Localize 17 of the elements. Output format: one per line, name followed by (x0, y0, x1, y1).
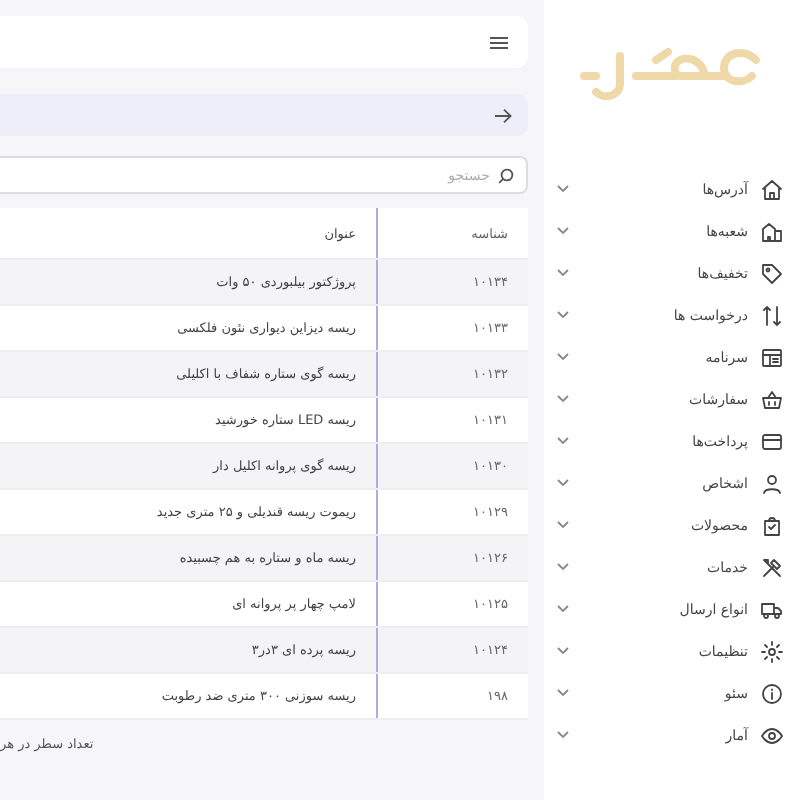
tools-icon (760, 555, 784, 579)
layout-icon (760, 345, 784, 369)
eye-icon (760, 723, 784, 747)
card-icon (760, 429, 784, 453)
settings-icon (760, 639, 784, 663)
tag-icon (760, 261, 784, 285)
person-icon (760, 471, 784, 495)
basket-icon (760, 387, 784, 411)
home-icon (760, 177, 784, 201)
info-icon (760, 681, 784, 705)
arrows-icon (760, 303, 784, 327)
menu-icon[interactable] (490, 35, 508, 49)
bag-icon (760, 513, 784, 537)
truck-icon (760, 597, 784, 621)
arrow-icon[interactable] (494, 107, 512, 123)
building-icon (760, 219, 784, 243)
search-icon (498, 167, 514, 183)
